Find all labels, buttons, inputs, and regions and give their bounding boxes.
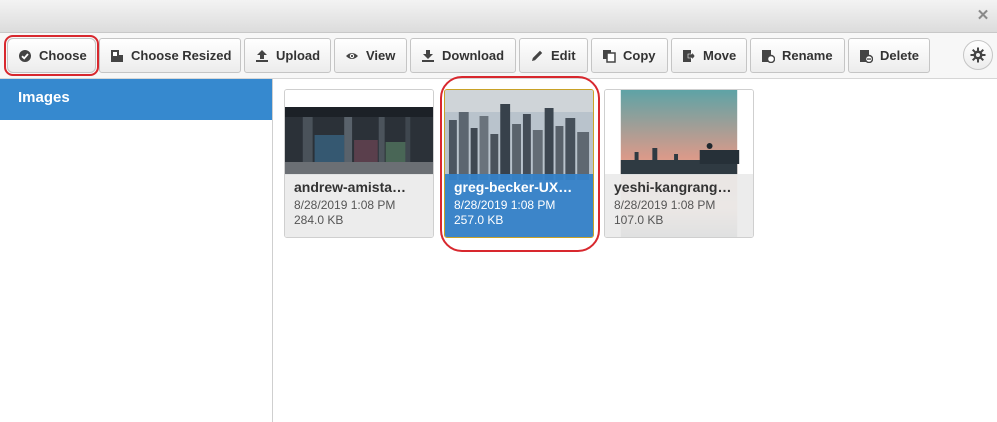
download-button-label: Download (442, 48, 505, 63)
file-tile[interactable]: yeshi-kangrang… 8/28/2019 1:08 PM 107.0 … (604, 89, 754, 238)
choose-button[interactable]: Choose (4, 35, 99, 76)
edit-button-label: Edit (551, 48, 576, 63)
eye-icon (345, 49, 359, 63)
delete-button-label: Delete (880, 48, 920, 63)
choose-button-label: Choose (39, 48, 87, 63)
file-meta: greg-becker-UX… 8/28/2019 1:08 PM 257.0 … (445, 174, 593, 237)
close-icon[interactable]: ✕ (975, 8, 991, 24)
file-tile-selected[interactable]: greg-becker-UX… 8/28/2019 1:08 PM 257.0 … (444, 89, 594, 238)
file-date: 8/28/2019 1:08 PM (454, 198, 556, 212)
move-button[interactable]: Move (671, 38, 747, 73)
file-date: 8/28/2019 1:08 PM (294, 198, 396, 212)
file-size: 257.0 KB (454, 213, 504, 227)
gear-icon (970, 47, 986, 63)
toolbar: Choose Choose Resized Upload View Downlo… (0, 33, 997, 79)
delete-icon (859, 49, 873, 63)
download-icon (421, 49, 435, 63)
view-button[interactable]: View (334, 38, 407, 73)
file-tile[interactable]: andrew-amista… 8/28/2019 1:08 PM 284.0 K… (284, 89, 434, 238)
file-meta: yeshi-kangrang… 8/28/2019 1:08 PM 107.0 … (605, 174, 753, 237)
check-circle-icon (18, 49, 32, 63)
title-bar: ✕ (0, 0, 997, 33)
file-size: 284.0 KB (294, 213, 344, 227)
choose-resized-button[interactable]: Choose Resized (99, 38, 241, 73)
edit-button[interactable]: Edit (519, 38, 588, 73)
rename-button-label: Rename (782, 48, 833, 63)
move-button-label: Move (703, 48, 737, 63)
rename-button[interactable]: Rename (750, 38, 845, 73)
file-name: andrew-amista… (294, 179, 407, 195)
rename-icon (761, 49, 775, 63)
file-name: yeshi-kangrang… (614, 179, 732, 195)
file-meta: andrew-amista… 8/28/2019 1:08 PM 284.0 K… (285, 174, 433, 237)
choose-resized-button-label: Choose Resized (131, 48, 232, 63)
file-date: 8/28/2019 1:08 PM (614, 198, 716, 212)
view-button-label: View (366, 48, 396, 63)
settings-button[interactable] (963, 40, 993, 70)
sidebar-item-images[interactable]: Images (0, 79, 272, 120)
pencil-icon (530, 49, 544, 63)
file-name: greg-becker-UX… (454, 179, 573, 195)
copy-button[interactable]: Copy (591, 38, 668, 73)
sidebar-item-label: Images (18, 89, 70, 106)
crop-icon (110, 49, 124, 63)
move-icon (682, 49, 696, 63)
folder-sidebar: Images (0, 79, 273, 422)
upload-button[interactable]: Upload (244, 38, 331, 73)
file-size: 107.0 KB (614, 213, 664, 227)
copy-button-label: Copy (623, 48, 656, 63)
download-button[interactable]: Download (410, 38, 516, 73)
upload-button-label: Upload (276, 48, 321, 63)
delete-button[interactable]: Delete (848, 38, 930, 73)
upload-icon (255, 49, 269, 63)
file-grid: andrew-amista… 8/28/2019 1:08 PM 284.0 K… (274, 76, 997, 422)
copy-icon (602, 49, 616, 63)
